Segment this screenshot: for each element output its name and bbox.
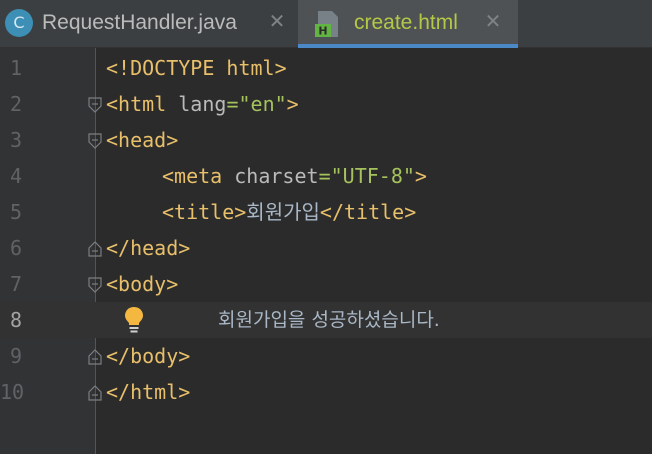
code-text: </head>	[106, 230, 190, 266]
class-c-icon: C	[5, 9, 33, 37]
attribute-name: charset	[234, 164, 319, 188]
head-open-tag: <head>	[106, 128, 179, 152]
code-line[interactable]: 2 <html lang="en">	[0, 86, 652, 122]
tab-request-handler-java[interactable]: C RequestHandler.java ✕	[0, 0, 296, 48]
tab-label: RequestHandler.java	[42, 11, 237, 34]
code-text: <body>	[106, 266, 178, 302]
tag-open: <html	[106, 92, 167, 116]
line-number: 10	[0, 380, 25, 404]
tab-create-html[interactable]: H create.html ✕	[298, 0, 518, 48]
code-text: <head>	[106, 122, 178, 158]
code-text: </html>	[106, 374, 190, 410]
tag-open: <meta	[162, 164, 223, 188]
body-close-tag: </body>	[106, 344, 191, 368]
attribute-value: "UTF-8"	[330, 164, 415, 188]
tab-label: create.html	[354, 11, 458, 34]
title-open-tag: <title>	[162, 200, 247, 224]
code-text: <!DOCTYPE html>	[106, 50, 287, 86]
attribute-equals: =	[226, 92, 239, 116]
title-close-tag: </title>	[319, 200, 417, 224]
fold-collapse-icon[interactable]	[88, 277, 102, 293]
attribute-name: lang	[178, 92, 227, 116]
code-text: <meta charset="UTF-8">	[162, 158, 427, 194]
doctype-tag: <!DOCTYPE html>	[106, 56, 287, 80]
line-number: 7	[9, 272, 22, 296]
code-line[interactable]: 6 </head>	[0, 230, 652, 266]
code-text: <html lang="en">	[106, 86, 299, 122]
fold-end-icon[interactable]	[88, 349, 102, 365]
code-text: <title>회원가입</title>	[162, 194, 416, 230]
body-open-tag: <body>	[106, 272, 179, 296]
close-icon[interactable]: ✕	[267, 11, 287, 31]
code-line[interactable]: 10 </html>	[0, 374, 652, 410]
title-text: 회원가입	[246, 200, 320, 224]
code-line[interactable]: 4 <meta charset="UTF-8">	[0, 158, 652, 194]
lightbulb-icon[interactable]	[122, 306, 146, 334]
editor-tab-bar: C RequestHandler.java ✕ H create.html ✕	[0, 0, 652, 48]
svg-text:H: H	[318, 25, 327, 38]
fold-end-icon[interactable]	[88, 385, 102, 401]
line-number: 4	[9, 164, 22, 188]
code-line-current[interactable]: 8 회원가입을 성공하셨습니다.	[0, 302, 652, 338]
tag-close: >	[286, 92, 299, 116]
line-number: 9	[9, 344, 22, 368]
fold-collapse-icon[interactable]	[88, 133, 102, 149]
line-number: 8	[9, 308, 22, 332]
code-line[interactable]: 3 <head>	[0, 122, 652, 158]
body-text: 회원가입을 성공하셨습니다.	[218, 309, 440, 331]
code-editor[interactable]: 1 <!DOCTYPE html> 2 <html lang="en"> 3 <…	[0, 48, 652, 454]
code-line[interactable]: 1 <!DOCTYPE html>	[0, 50, 652, 86]
fold-collapse-icon[interactable]	[88, 97, 102, 113]
attribute-equals: =	[318, 164, 331, 188]
line-number: 3	[9, 128, 22, 152]
tag-close: >	[414, 164, 427, 188]
close-icon[interactable]: ✕	[483, 11, 503, 31]
line-number: 1	[9, 56, 22, 80]
code-line[interactable]: 9 </body>	[0, 338, 652, 374]
html-close-tag: </html>	[106, 380, 191, 404]
attribute-value: "en"	[238, 92, 287, 116]
html-file-icon: H	[315, 11, 338, 38]
code-text: </body>	[106, 338, 190, 374]
head-close-tag: </head>	[106, 236, 191, 260]
code-line[interactable]: 5 <title>회원가입</title>	[0, 194, 652, 230]
fold-end-icon[interactable]	[88, 241, 102, 257]
line-number: 6	[9, 236, 22, 260]
line-number: 5	[9, 200, 22, 224]
code-line[interactable]: 7 <body>	[0, 266, 652, 302]
line-number: 2	[9, 92, 22, 116]
